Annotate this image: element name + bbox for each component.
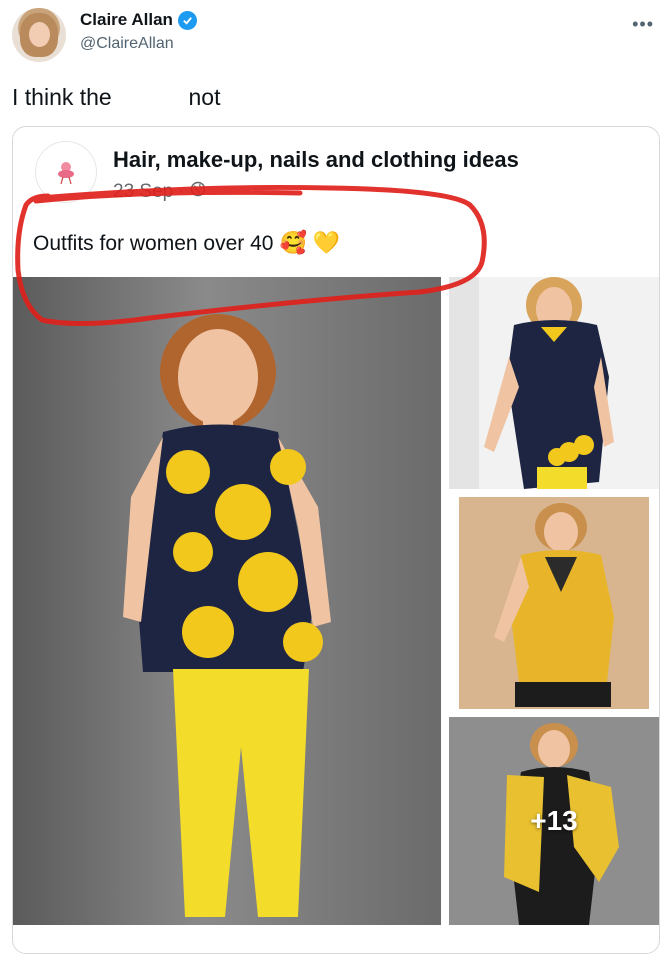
side-photo-1[interactable]	[449, 277, 659, 489]
side-photo-2[interactable]	[449, 497, 659, 709]
yellow-heart-icon: 💛	[312, 231, 341, 256]
tweet-header: Claire Allan @ClaireAllan •••	[12, 6, 662, 66]
avatar[interactable]	[12, 8, 66, 62]
display-name[interactable]: Claire Allan	[80, 10, 173, 30]
tweet-text-before: I think the	[12, 84, 112, 111]
page-name[interactable]: Hair, make-up, nails and clothing ideas	[113, 147, 519, 173]
flamingo-logo-icon	[58, 162, 74, 185]
post-caption: Outfits for women over 40 🥰 💛	[33, 231, 340, 256]
main-photo[interactable]	[13, 277, 441, 925]
tweet-text-after: not	[188, 84, 221, 111]
embedded-post-card[interactable]: Hair, make-up, nails and clothing ideas …	[12, 126, 660, 954]
meta-separator: ·	[178, 181, 185, 202]
page-avatar[interactable]	[35, 141, 97, 203]
name-row: Claire Allan	[80, 10, 197, 30]
post-meta: 23 Sep ·	[113, 181, 206, 203]
more-horizontal-icon[interactable]: •••	[632, 14, 654, 35]
text-gap	[118, 80, 183, 118]
post-date[interactable]: 23 Sep	[113, 181, 173, 203]
smiling-face-with-hearts-icon: 🥰	[279, 231, 307, 256]
verified-badge-icon	[177, 10, 197, 30]
user-handle[interactable]: @ClaireAllan	[80, 35, 174, 53]
more-photos-count[interactable]: +13	[449, 717, 659, 925]
caption-text: Outfits for women over 40	[33, 231, 274, 255]
globe-icon	[190, 181, 206, 203]
side-photo-3[interactable]: +13	[449, 717, 659, 925]
tweet-text: I think the not	[12, 80, 221, 118]
